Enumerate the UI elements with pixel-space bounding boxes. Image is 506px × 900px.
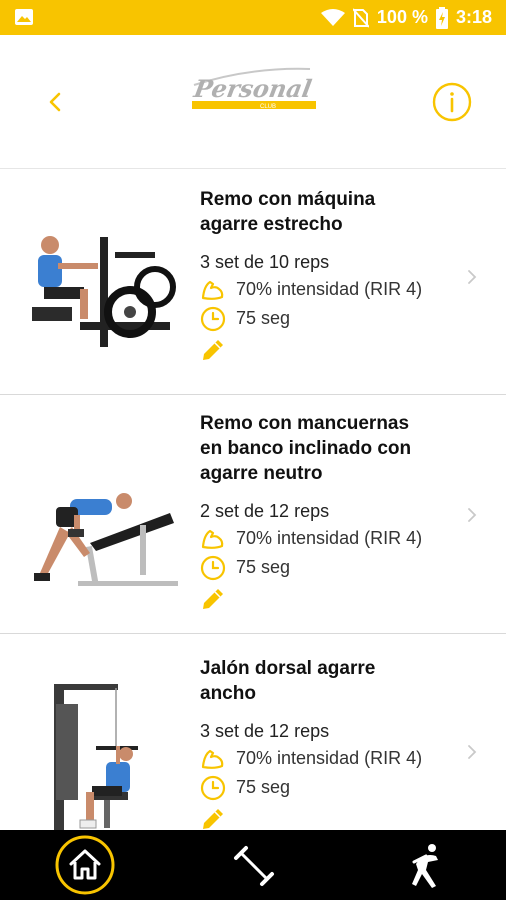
no-sim-icon [352,7,369,28]
exercise-details: Jalón dorsal agarre ancho 3 set de 12 re… [200,656,460,830]
wifi-icon [320,8,345,26]
logo-text: Personal [191,74,314,103]
rest-row: 75 seg [200,773,460,802]
clock-icon [200,306,226,331]
exercise-rest: 75 seg [236,777,291,797]
exercise-rest: 75 seg [236,557,291,577]
app-header: Personal CLUB [0,35,506,168]
chevron-right-icon[interactable] [466,742,478,762]
stretch-icon[interactable] [406,842,442,888]
exercise-sets: 2 set de 12 reps [200,501,330,521]
chevron-right-icon[interactable] [466,267,478,287]
exercise-item[interactable]: Jalón dorsal agarre ancho 3 set de 12 re… [0,634,506,830]
exercise-title: Remo con mancuernas en banco inclinado c… [200,413,412,484]
muscle-arm-icon [201,280,224,300]
exercise-image [32,236,176,347]
intensity-row: 70% intensidad (RIR 4) [200,744,460,773]
bottom-navigation [0,830,506,900]
exercise-title: Jalón dorsal agarre ancho [200,658,376,704]
exercise-details: Remo con máquina agarre estrecho 3 set d… [200,187,460,368]
exercise-intensity: 70% intensidad (RIR 4) [236,279,423,299]
battery-level: 100 % [376,7,428,27]
exercise-sets: 3 set de 10 reps [200,252,330,272]
pencil-icon[interactable] [200,586,226,612]
muscle-arm-icon [201,749,224,769]
status-bar: 100 % 3:18 [0,0,506,35]
muscle-arm-icon [201,529,224,549]
pencil-icon[interactable] [200,337,226,363]
exercise-item[interactable]: Remo con mancuernas en banco inclinado c… [0,395,506,634]
exercise-intensity: 70% intensidad (RIR 4) [236,748,423,768]
exercise-sets: 3 set de 12 reps [200,721,330,741]
exercise-rest: 75 seg [236,308,291,328]
intensity-row: 70% intensidad (RIR 4) [200,524,460,553]
dumbbell-icon[interactable] [232,844,276,888]
info-circle-icon[interactable] [432,82,472,122]
clock: 3:18 [455,7,492,27]
exercise-image [34,493,178,586]
exercise-item[interactable]: Remo con máquina agarre estrecho 3 set d… [0,169,506,395]
clock-icon [200,775,226,800]
chevron-left-icon[interactable] [40,85,70,119]
home-icon[interactable] [54,834,116,896]
intensity-row: 70% intensidad (RIR 4) [200,275,460,304]
chevron-right-icon[interactable] [466,505,478,525]
exercise-details: Remo con mancuernas en banco inclinado c… [200,411,460,617]
battery-charging-icon [435,6,448,29]
image-notification-icon [15,9,33,25]
exercise-list[interactable]: Remo con máquina agarre estrecho 3 set d… [0,168,506,830]
logo-subtext: CLUB [260,104,276,110]
rest-row: 75 seg [200,553,460,582]
rest-row: 75 seg [200,304,460,333]
clock-icon [200,555,226,580]
exercise-title: Remo con máquina agarre estrecho [200,189,376,235]
pencil-icon[interactable] [200,806,226,830]
exercise-intensity: 70% intensidad (RIR 4) [236,528,423,548]
personal-club-logo: Personal CLUB [191,67,316,110]
exercise-image [54,684,138,830]
